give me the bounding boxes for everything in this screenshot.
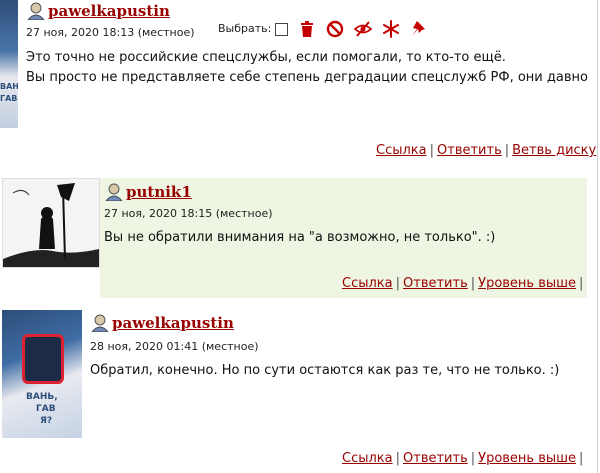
timestamp: 27 ноя, 2020 18:13 (местное) xyxy=(26,26,195,39)
avatar-caption-2: ГАВ xyxy=(0,94,18,103)
separator: | xyxy=(395,276,401,291)
username: pawelkapustin xyxy=(112,314,234,332)
separator: | xyxy=(470,451,476,466)
hide-eye-icon[interactable] xyxy=(354,20,373,38)
avatar-caption-2: ГАВ xyxy=(36,404,56,414)
avatar-figure xyxy=(22,334,64,384)
trash-icon[interactable] xyxy=(298,20,316,38)
avatar[interactable]: ВАНЬ, ГАВ Я? xyxy=(2,310,82,438)
avatar-caption: ВАНЬ, xyxy=(26,392,58,402)
select-checkbox[interactable] xyxy=(275,22,289,36)
link-reply[interactable]: Ответить xyxy=(403,276,468,291)
comment-actions: Ссылка | Ответить | Ветвь диску xyxy=(376,143,596,158)
user-icon xyxy=(27,2,45,20)
avatar-image xyxy=(3,179,99,267)
avatar[interactable]: ВАНЬ, ГАВ xyxy=(0,0,18,128)
separator: | xyxy=(504,143,510,158)
comment-3: ВАНЬ, ГАВ Я? pawelkapustin 28 ноя, 2020 … xyxy=(0,310,600,473)
comment-line-1: Это точно не российские спецслужбы, если… xyxy=(26,50,506,65)
separator: | xyxy=(395,451,401,466)
timestamp: 28 ноя, 2020 01:41 (местное) xyxy=(90,340,259,353)
separator: | xyxy=(579,451,584,466)
avatar[interactable] xyxy=(2,178,100,268)
username-link[interactable]: pawelkapustin xyxy=(26,2,170,20)
link-permalink[interactable]: Ссылка xyxy=(342,451,393,466)
select-label: Выбрать: xyxy=(218,22,272,36)
link-reply[interactable]: Ответить xyxy=(437,143,502,158)
comment-actions: Ссылка | Ответить | Уровень выше | xyxy=(342,276,586,291)
comment-2: putnik1 27 ноя, 2020 18:15 (местное) Вы … xyxy=(0,178,600,298)
comment-body: Это точно не российские спецслужбы, если… xyxy=(26,48,588,88)
user-icon xyxy=(105,183,123,201)
comment-body: Вы не обратили внимания на "а возможно, … xyxy=(104,228,495,248)
link-parent[interactable]: Уровень выше xyxy=(478,451,576,466)
separator: | xyxy=(579,276,584,291)
avatar-caption: ВАНЬ, xyxy=(0,82,18,91)
link-reply[interactable]: Ответить xyxy=(403,451,468,466)
separator: | xyxy=(470,276,476,291)
comment-line-1: Обратил, конечно. Но по сути остаются ка… xyxy=(90,363,560,378)
user-icon xyxy=(91,314,109,332)
link-permalink[interactable]: Ссылка xyxy=(342,276,393,291)
timestamp: 27 ноя, 2020 18:15 (местное) xyxy=(104,207,273,220)
username-link[interactable]: putnik1 xyxy=(104,183,192,201)
username: pawelkapustin xyxy=(48,2,170,20)
link-parent[interactable]: Уровень выше xyxy=(478,276,576,291)
pin-icon[interactable] xyxy=(410,20,428,38)
comment-body: Обратил, конечно. Но по сути остаются ка… xyxy=(90,361,559,381)
comment-line-1: Вы не обратили внимания на "а возможно, … xyxy=(104,230,496,245)
separator: | xyxy=(429,143,435,158)
username-link[interactable]: pawelkapustin xyxy=(90,314,234,332)
link-thread[interactable]: Ветвь диску xyxy=(512,143,596,158)
username: putnik1 xyxy=(126,183,192,201)
moderation-toolbar: Выбрать: xyxy=(218,20,428,38)
comment-1: ВАНЬ, ГАВ pawelkapustin 27 ноя, 2020 18:… xyxy=(0,0,600,165)
comment-line-2: Вы просто не представляете себе степень … xyxy=(26,70,588,85)
freeze-snowflake-icon[interactable] xyxy=(382,20,400,38)
right-border xyxy=(597,0,598,473)
select-control[interactable]: Выбрать: xyxy=(218,22,289,36)
link-permalink[interactable]: Ссылка xyxy=(376,143,427,158)
avatar-caption-3: Я? xyxy=(40,416,53,426)
comment-actions: Ссылка | Ответить | Уровень выше | xyxy=(342,451,586,466)
ban-icon[interactable] xyxy=(326,20,344,38)
